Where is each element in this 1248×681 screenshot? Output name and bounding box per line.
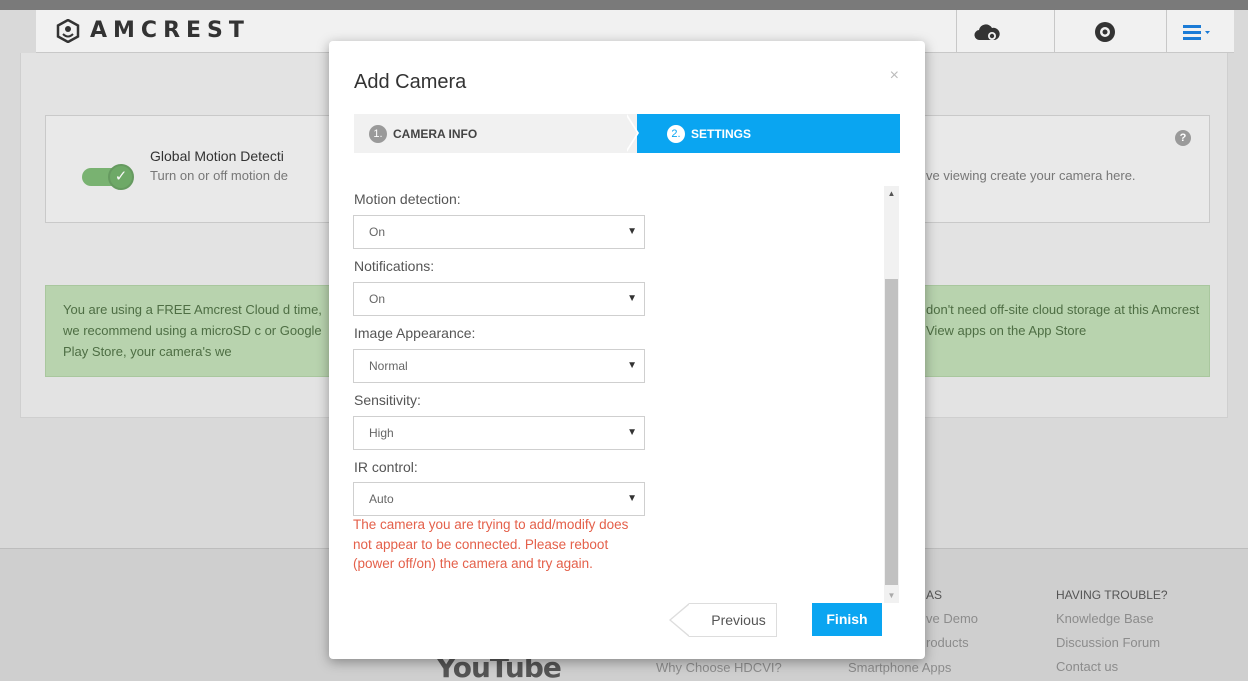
scroll-up-arrow-icon[interactable]: ▲ xyxy=(884,186,899,201)
previous-button[interactable]: Previous xyxy=(689,603,777,637)
select-value: On xyxy=(369,292,386,306)
close-icon[interactable]: × xyxy=(890,67,899,85)
scroll-down-arrow-icon[interactable]: ▼ xyxy=(884,588,899,603)
select-value: Normal xyxy=(369,359,408,373)
caret-down-icon: ▼ xyxy=(627,427,637,438)
caret-down-icon: ▼ xyxy=(627,493,637,504)
select-value: On xyxy=(369,225,386,239)
select-value: High xyxy=(369,426,394,440)
caret-down-icon: ▼ xyxy=(627,226,637,237)
caret-down-icon: ▼ xyxy=(627,293,637,304)
image-appearance-select[interactable]: Normal ▼ xyxy=(353,349,645,383)
previous-arrow-shape xyxy=(671,604,690,636)
finish-button[interactable]: Finish xyxy=(812,603,882,636)
step-settings[interactable]: 2. SETTINGS xyxy=(637,114,900,153)
form-scrollbar[interactable]: ▲ ▼ xyxy=(884,186,899,603)
notifications-label: Notifications: xyxy=(354,258,435,274)
step-camera-info[interactable]: 1. CAMERA INFO xyxy=(354,114,644,153)
sensitivity-label: Sensitivity: xyxy=(354,392,421,408)
sensitivity-select[interactable]: High ▼ xyxy=(353,416,645,450)
step-label: SETTINGS xyxy=(691,126,752,141)
step-label: CAMERA INFO xyxy=(393,126,478,141)
step-number: 2. xyxy=(667,124,685,143)
motion-detection-label: Motion detection: xyxy=(354,191,461,207)
wizard-steps: 1. CAMERA INFO 2. SETTINGS xyxy=(354,114,900,153)
modal-title: Add Camera xyxy=(354,71,467,93)
notifications-select[interactable]: On ▼ xyxy=(353,282,645,316)
step-number: 1. xyxy=(369,124,387,143)
image-appearance-label: Image Appearance: xyxy=(354,325,476,341)
scroll-thumb[interactable] xyxy=(885,279,898,585)
add-camera-modal: Add Camera × 1. CAMERA INFO 2. SETTINGS … xyxy=(329,41,925,659)
ir-control-label: IR control: xyxy=(354,459,418,475)
step-divider xyxy=(625,114,637,152)
motion-detection-select[interactable]: On ▼ xyxy=(353,215,645,249)
connection-error-message: The camera you are trying to add/modify … xyxy=(353,517,629,571)
select-value: Auto xyxy=(369,492,394,506)
caret-down-icon: ▼ xyxy=(627,360,637,371)
ir-control-select[interactable]: Auto ▼ xyxy=(353,482,645,516)
